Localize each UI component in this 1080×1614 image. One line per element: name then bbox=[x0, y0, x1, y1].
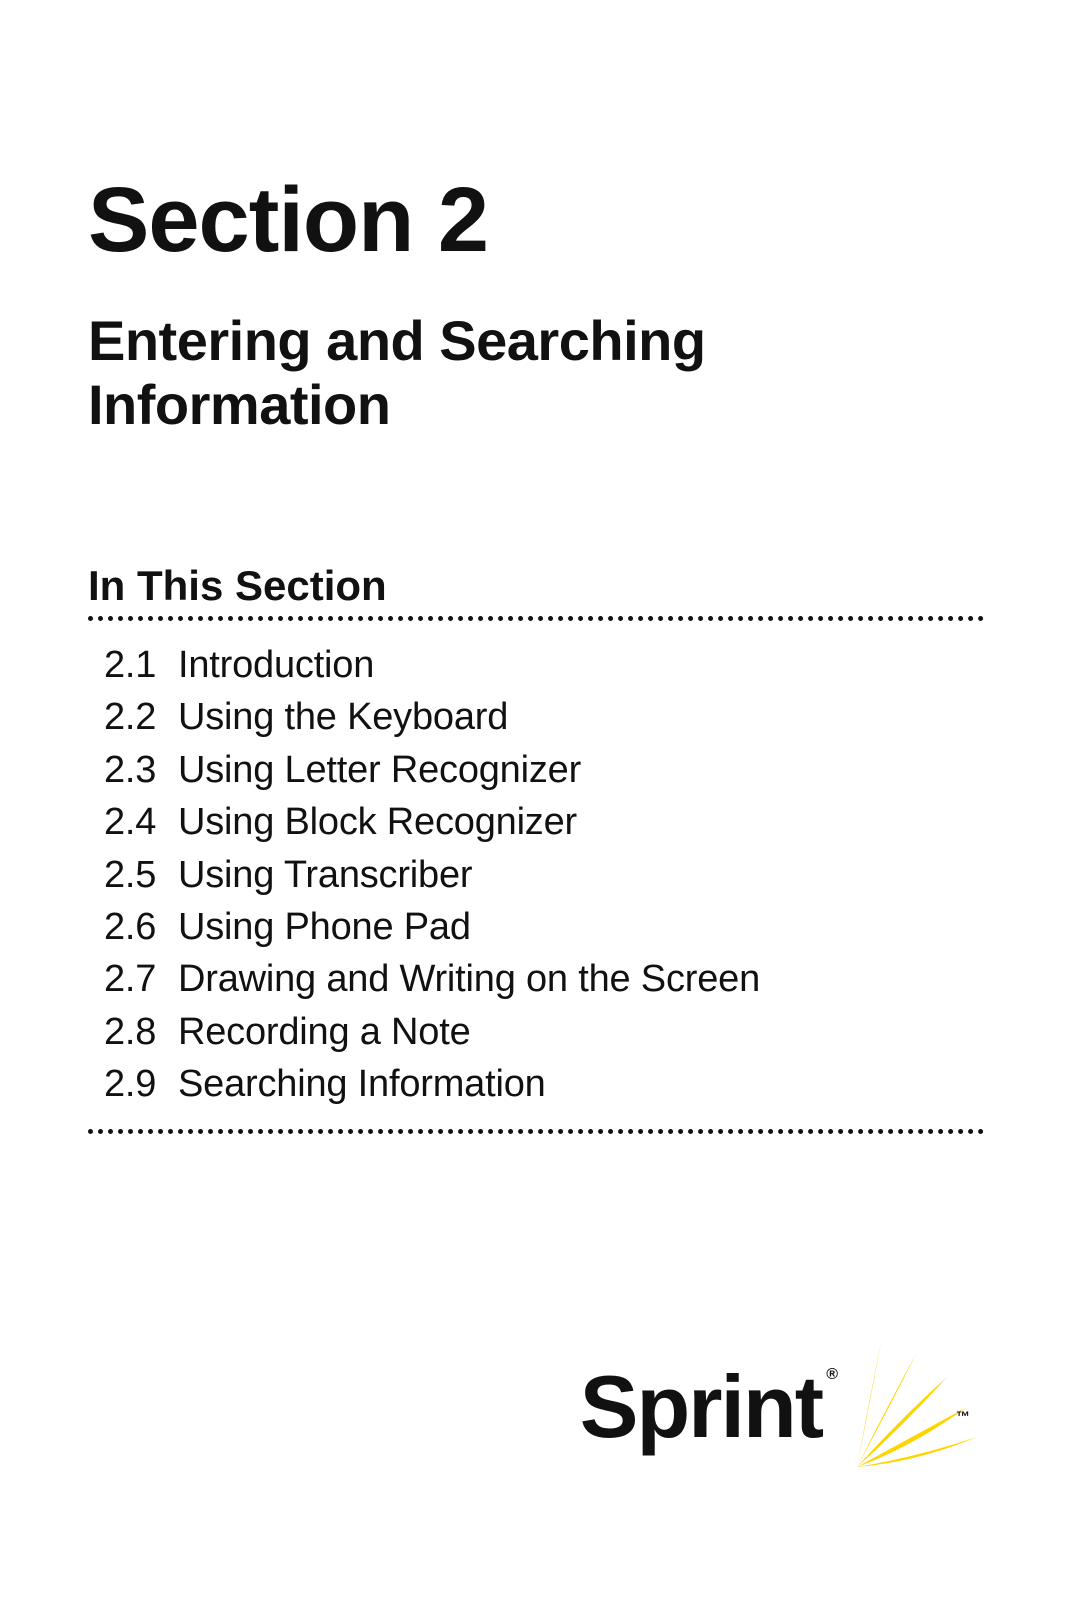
fan-icon bbox=[842, 1332, 992, 1482]
toc-title: Using Letter Recognizer bbox=[178, 749, 581, 791]
brand-name: Sprint bbox=[580, 1357, 822, 1456]
toc-title: Searching Information bbox=[178, 1063, 546, 1105]
toc-title: Using Block Recognizer bbox=[178, 801, 577, 843]
divider-top bbox=[88, 616, 984, 621]
toc-item: 2.5Using Transcriber bbox=[104, 849, 992, 901]
toc-title: Drawing and Writing on the Screen bbox=[178, 958, 760, 1000]
toc-list: 2.1Introduction 2.2Using the Keyboard 2.… bbox=[88, 639, 992, 1111]
document-page: Section 2 Entering and Searching Informa… bbox=[0, 0, 1080, 1614]
toc-num: 2.6 bbox=[104, 901, 178, 953]
toc-num: 2.1 bbox=[104, 639, 178, 691]
toc-title: Using Transcriber bbox=[178, 854, 472, 896]
toc-num: 2.3 bbox=[104, 744, 178, 796]
brand-logo: Sprint ® ™ bbox=[580, 1332, 992, 1482]
toc-title: Introduction bbox=[178, 644, 374, 686]
toc-num: 2.2 bbox=[104, 691, 178, 743]
toc-title: Using the Keyboard bbox=[178, 696, 508, 738]
trademark-mark: ™ bbox=[956, 1408, 968, 1424]
toc-item: 2.2Using the Keyboard bbox=[104, 691, 992, 743]
registered-mark: ® bbox=[826, 1366, 836, 1384]
toc-title: Recording a Note bbox=[178, 1011, 471, 1053]
section-title: Entering and Searching Information bbox=[88, 309, 848, 438]
toc-item: 2.7Drawing and Writing on the Screen bbox=[104, 953, 992, 1005]
toc-num: 2.9 bbox=[104, 1058, 178, 1110]
section-number: Section 2 bbox=[88, 168, 992, 273]
toc-num: 2.5 bbox=[104, 849, 178, 901]
toc-item: 2.4Using Block Recognizer bbox=[104, 796, 992, 848]
toc-item: 2.8Recording a Note bbox=[104, 1006, 992, 1058]
toc-item: 2.6Using Phone Pad bbox=[104, 901, 992, 953]
toc-title: Using Phone Pad bbox=[178, 906, 471, 948]
toc-num: 2.4 bbox=[104, 796, 178, 848]
brand-wordmark: Sprint ® ™ bbox=[580, 1356, 822, 1458]
divider-bottom bbox=[88, 1129, 984, 1134]
toc-num: 2.7 bbox=[104, 953, 178, 1005]
toc-item: 2.1Introduction bbox=[104, 639, 992, 691]
toc-heading: In This Section bbox=[88, 562, 992, 610]
toc-num: 2.8 bbox=[104, 1006, 178, 1058]
toc-item: 2.9Searching Information bbox=[104, 1058, 992, 1110]
toc-item: 2.3Using Letter Recognizer bbox=[104, 744, 992, 796]
